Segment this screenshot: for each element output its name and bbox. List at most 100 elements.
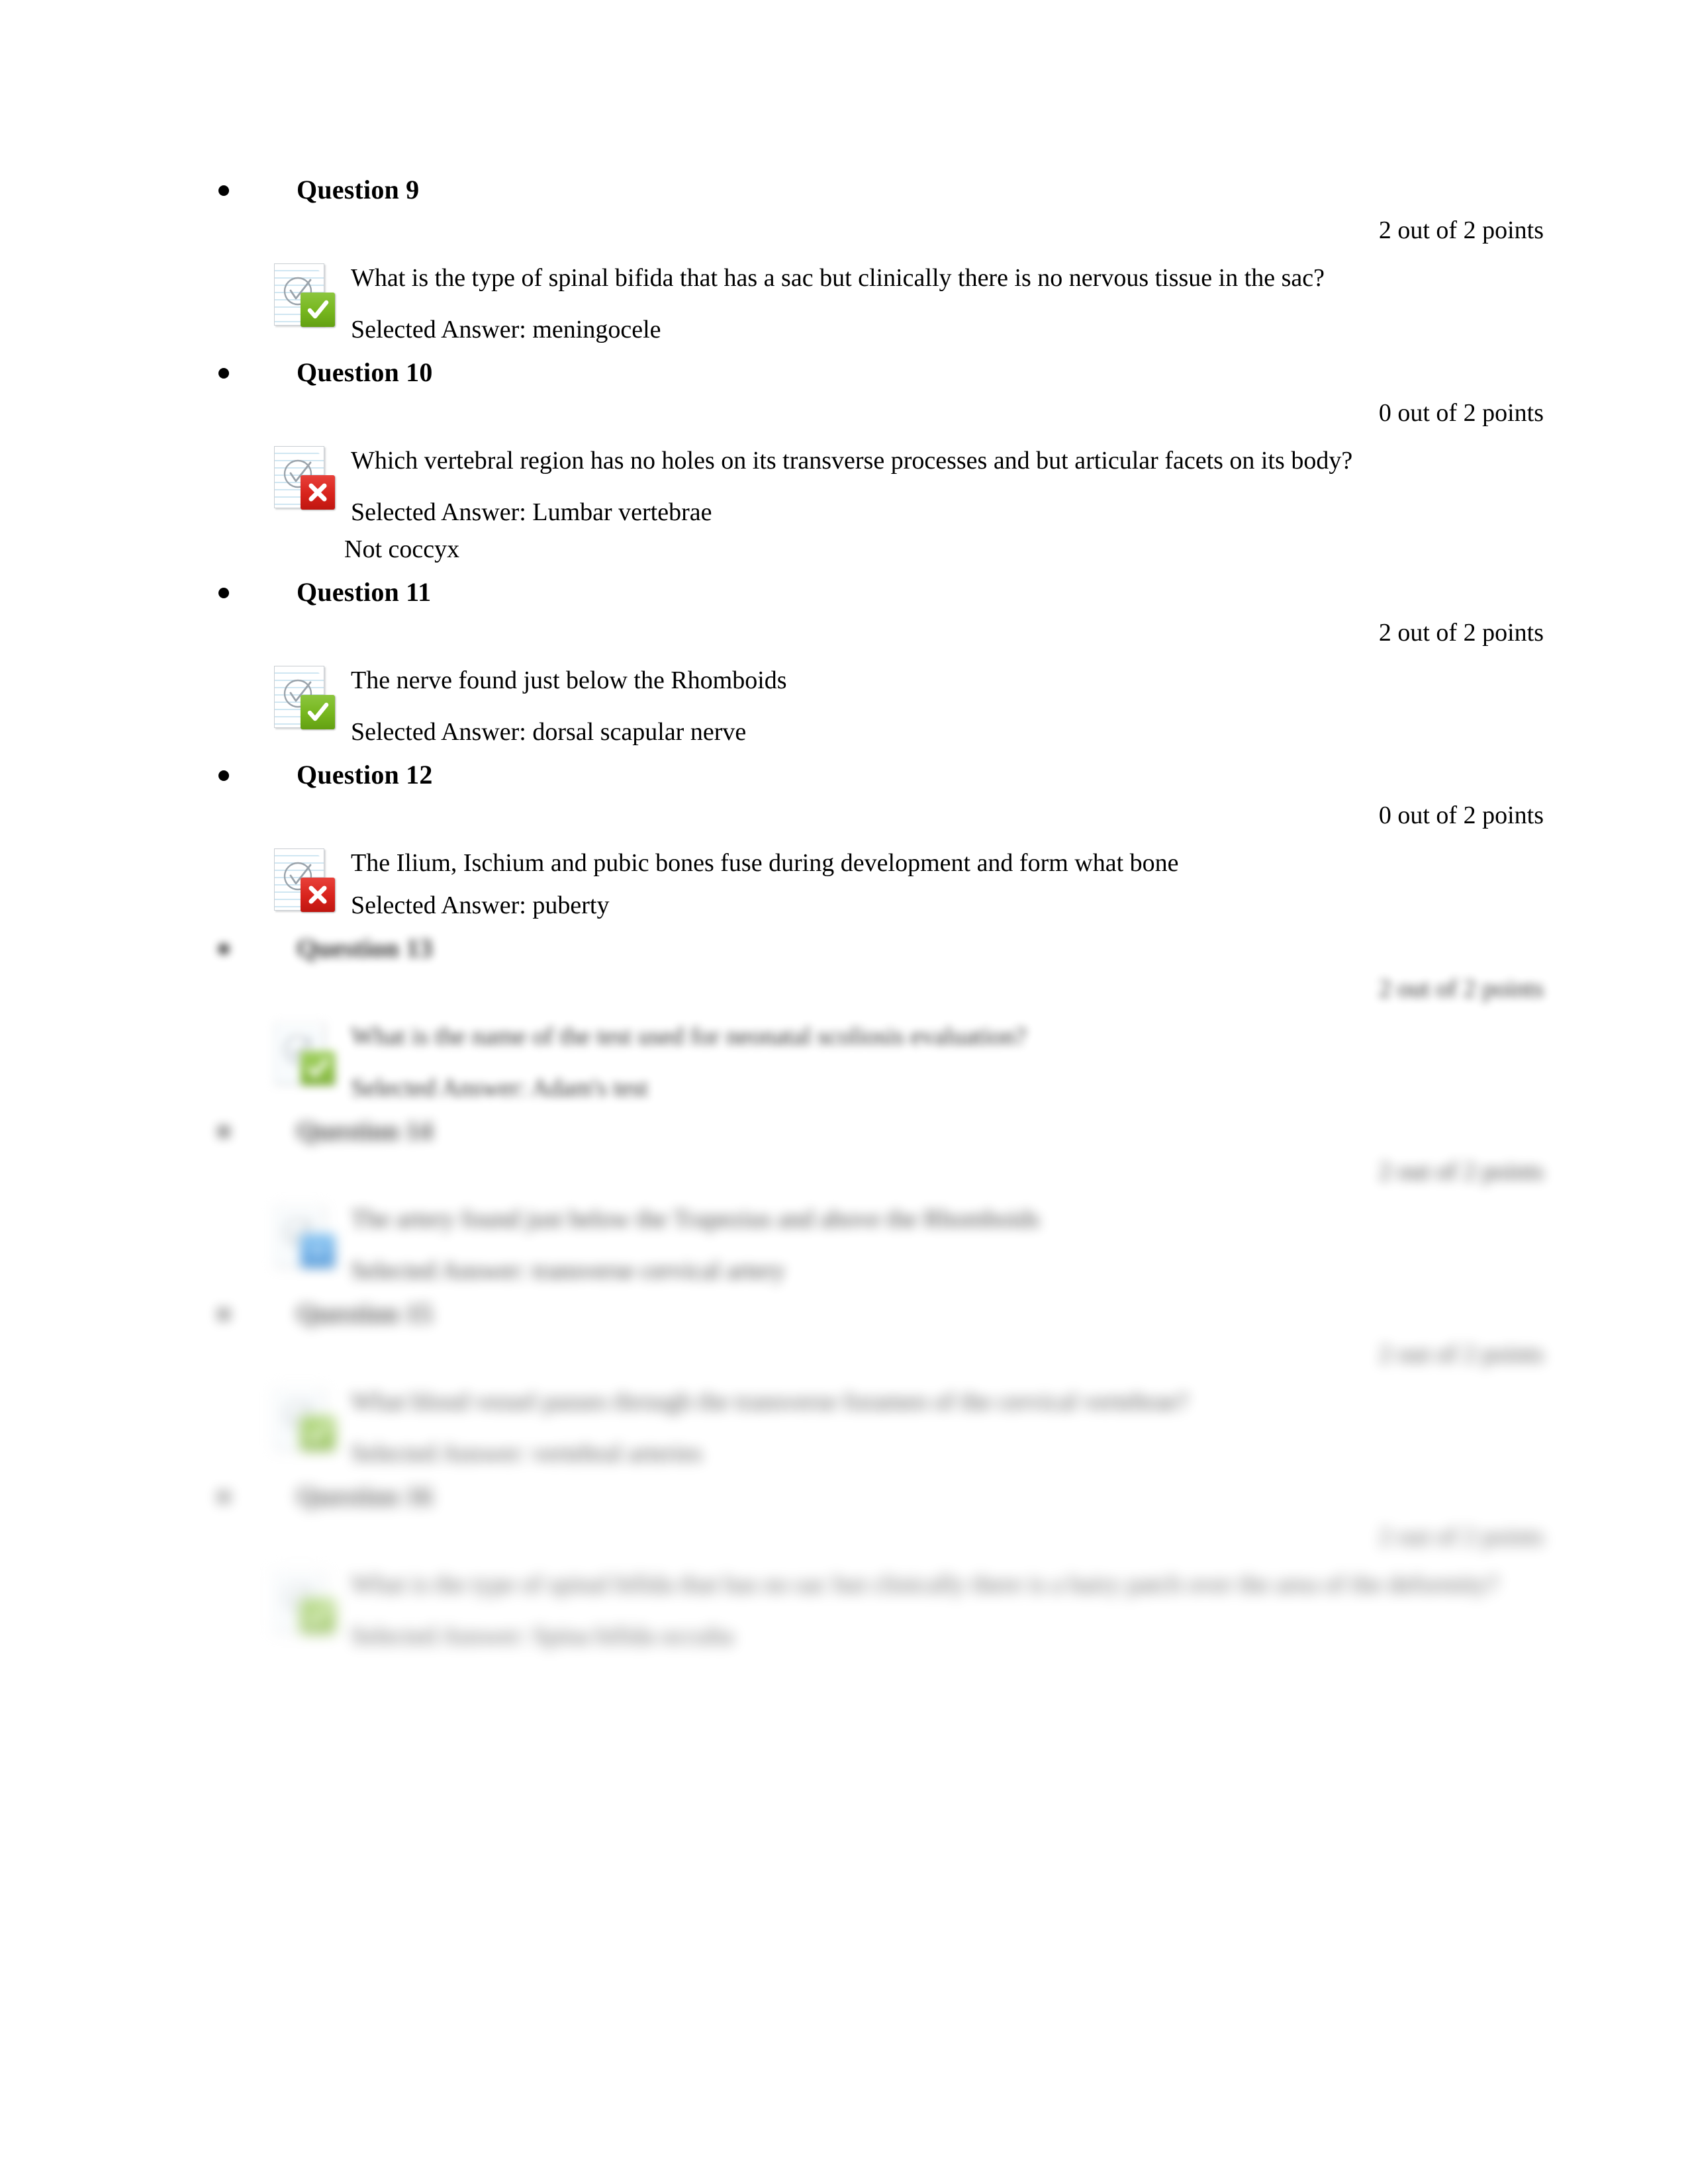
question-title[interactable]: Question 11 [297, 573, 431, 612]
list-bullet-icon [218, 588, 229, 598]
document-check-icon [273, 847, 336, 913]
question-body: What blood vessel passes through the tra… [0, 1383, 1688, 1451]
question-title[interactable]: Question 9 [297, 171, 419, 209]
question-block: Question 9 2 out of 2 points What is the t… [0, 171, 1688, 353]
question-text: What is the type of spinal bifida that h… [351, 1570, 1499, 1598]
question-body: What is the name of the test used for ne… [0, 1018, 1688, 1085]
points-awarded: 0 out of 2 points [1378, 399, 1544, 427]
question-points-row: 2 out of 2 points [0, 1518, 1688, 1557]
question-text: What blood vessel passes through the tra… [351, 1388, 1189, 1416]
question-block: Question 16 2 out of 2 points What is the … [0, 1477, 1688, 1660]
list-bullet-icon [218, 1309, 229, 1320]
list-bullet-icon [218, 944, 229, 954]
question-header: Question 12 [0, 756, 1688, 797]
answer-note: Not coccyx [344, 535, 460, 563]
document-check-icon [273, 262, 336, 328]
document-check-icon [273, 664, 336, 731]
question-points-row: 2 out of 2 points [0, 212, 1688, 250]
selected-answer: Selected Answer: Adam's test [351, 1074, 649, 1102]
x-badge-icon [301, 475, 335, 510]
question-text: The nerve found just below the Rhomboids [351, 666, 787, 694]
points-awarded: 2 out of 2 points [1378, 1158, 1544, 1185]
question-list: Question 9 2 out of 2 points What is the t… [0, 171, 1688, 1660]
question-title[interactable]: Question 15 [297, 1295, 433, 1333]
selected-answer: Selected Answer: Lumbar vertebrae [351, 498, 712, 526]
document-check-icon [273, 445, 336, 511]
question-header: Question 14 [0, 1112, 1688, 1153]
points-awarded: 0 out of 2 points [1378, 801, 1544, 829]
question-block: Question 10 0 out of 2 points Which verteb… [0, 353, 1688, 573]
points-awarded: 2 out of 2 points [1378, 1523, 1544, 1551]
question-block: Question 11 2 out of 2 points The nerve fo… [0, 573, 1688, 756]
selected-answer: Selected Answer: dorsal scapular nerve [351, 718, 747, 746]
question-title[interactable]: Question 13 [297, 929, 433, 968]
question-text: What is the type of spinal bifida that h… [351, 264, 1325, 292]
check-badge-icon [301, 695, 335, 729]
question-points-row: 0 out of 2 points [0, 394, 1688, 433]
question-body: The nerve found just below the Rhomboids [0, 662, 1688, 729]
check-badge-icon [301, 293, 335, 327]
question-title[interactable]: Question 14 [297, 1112, 433, 1150]
question-block: Question 13 2 out of 2 points What is the … [0, 929, 1688, 1112]
x-badge-icon [301, 878, 335, 912]
question-body: The artery found just below the Trapeziu… [0, 1201, 1688, 1268]
question-points-row: 2 out of 2 points [0, 970, 1688, 1009]
question-text: The Ilium, Ischium and pubic bones fuse … [351, 849, 1179, 877]
selected-answer: Selected Answer: transverse cervical art… [351, 1257, 786, 1285]
question-block: Question 12 0 out of 2 points The Ilium, I… [0, 756, 1688, 929]
question-title[interactable]: Question 12 [297, 756, 433, 794]
question-header: Question 9 [0, 171, 1688, 212]
points-awarded: 2 out of 2 points [1378, 619, 1544, 647]
question-body: What is the type of spinal bifida that h… [0, 259, 1688, 327]
question-title[interactable]: Question 10 [297, 353, 433, 392]
points-awarded: 2 out of 2 points [1378, 1340, 1544, 1368]
question-body: Which vertebral region has no holes on i… [0, 442, 1688, 510]
selected-answer: Selected Answer: Spina bifida occulta [351, 1622, 734, 1650]
question-block: Question 15 2 out of 2 points What blood v… [0, 1295, 1688, 1477]
question-text: The artery found just below the Trapeziu… [351, 1205, 1040, 1233]
points-awarded: 2 out of 2 points [1378, 216, 1544, 244]
selected-answer: Selected Answer: meningocele [351, 316, 661, 343]
question-body: What is the type of spinal bifida that h… [0, 1566, 1688, 1633]
list-bullet-icon [218, 185, 229, 196]
question-header: Question 10 [0, 353, 1688, 394]
question-points-row: 2 out of 2 points [0, 1336, 1688, 1374]
selected-answer: Selected Answer: puberty [351, 891, 610, 919]
list-bullet-icon [218, 1126, 229, 1137]
question-block: Question 14 2 out of 2 points The artery f… [0, 1112, 1688, 1295]
selected-answer: Selected Answer: vertebral arteries [351, 1439, 702, 1467]
question-header: Question 16 [0, 1477, 1688, 1518]
list-bullet-icon [218, 770, 229, 781]
question-title[interactable]: Question 16 [297, 1477, 433, 1516]
question-body: The Ilium, Ischium and pubic bones fuse … [0, 844, 1688, 912]
question-text: What is the name of the test used for ne… [351, 1023, 1027, 1050]
question-header: Question 13 [0, 929, 1688, 970]
document-page: Question 9 2 out of 2 points What is the t… [0, 0, 1688, 2184]
list-bullet-icon [218, 368, 229, 379]
question-points-row: 2 out of 2 points [0, 614, 1688, 653]
question-points-row: 2 out of 2 points [0, 1153, 1688, 1191]
